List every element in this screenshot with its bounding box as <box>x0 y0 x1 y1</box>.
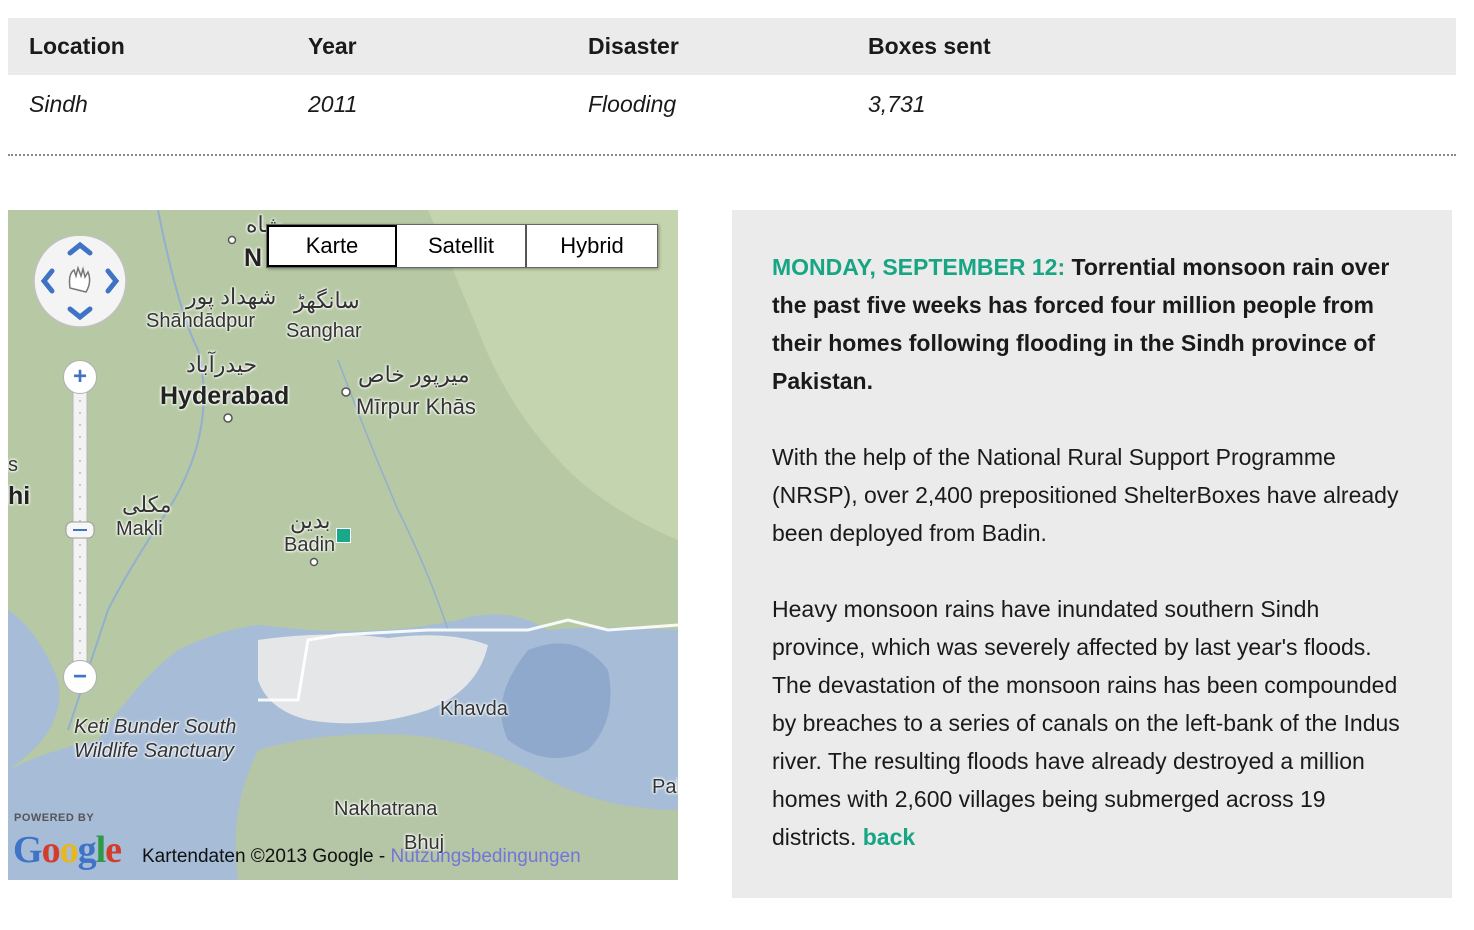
table-row: Sindh 2011 Flooding 3,731 <box>8 75 1456 133</box>
map-label-sanghar: Sanghar <box>286 320 362 342</box>
article-panel: MONDAY, SEPTEMBER 12: Torrential monsoon… <box>732 210 1452 898</box>
google-logo[interactable]: Google <box>13 828 122 872</box>
location-marker[interactable] <box>336 528 351 543</box>
map-attribution-text: Kartendaten ©2013 Google - <box>142 846 386 867</box>
map-label-makli: Makli <box>116 518 163 540</box>
zoom-control: + − <box>63 360 97 700</box>
map-label-keti-bunder: Keti Bunder South <box>74 716 237 738</box>
map-label-sanghar-native: سانگھڑ <box>294 288 360 313</box>
map-label-mirpur-khas: Mīrpur Khās <box>356 394 476 419</box>
pan-control[interactable] <box>30 236 130 336</box>
map-label-mirpur-khas-native: میرپور خاص <box>358 362 470 387</box>
article-dateline: MONDAY, SEPTEMBER 12: <box>772 254 1066 280</box>
map-label-shahdadpur: Shāhdādpur <box>146 310 255 332</box>
header-year: Year <box>308 33 357 59</box>
zoom-in-button[interactable]: + <box>63 360 97 394</box>
cell-year: 2011 <box>308 90 358 117</box>
map-label-hyderabad: Hyderabad <box>160 382 290 410</box>
map-type-control: Karte Satellit Hybrid <box>266 224 658 268</box>
header-location: Location <box>29 33 125 59</box>
map-attribution: Kartendaten ©2013 Google - Nutzungsbedin… <box>142 846 581 868</box>
dotted-divider <box>8 154 1456 156</box>
map-label-badin-native: بدین <box>290 508 331 533</box>
map-type-hybrid-button[interactable]: Hybrid <box>527 225 657 267</box>
article-paragraph-3: Heavy monsoon rains have inundated south… <box>772 590 1412 856</box>
map-type-karte-button[interactable]: Karte <box>267 225 397 267</box>
cell-disaster: Flooding <box>588 90 677 117</box>
map-label-hyderabad-native: حیدرآباد <box>186 352 258 377</box>
article-paragraph-2: With the help of the National Rural Supp… <box>772 444 1399 546</box>
back-link[interactable]: back <box>863 824 915 850</box>
header-boxes-sent: Boxes sent <box>868 33 991 59</box>
powered-by-label: POWERED BY <box>14 812 95 824</box>
map-label-makli-native: مکلی <box>122 492 172 517</box>
map-label-badin: Badin <box>284 534 336 556</box>
map-label-wildlife-sanctuary: Wildlife Sanctuary <box>74 740 234 762</box>
map-label-shahdadpur-native: شهداد پور <box>186 284 277 309</box>
map-type-satellit-button[interactable]: Satellit <box>397 225 527 267</box>
map-label-pal: Pal <box>652 776 678 798</box>
map-label-nakhatrana: Nakhatrana <box>334 798 438 820</box>
map-label-n: N <box>244 244 263 272</box>
map-label-hi: hi <box>8 482 31 510</box>
table-header-row: Location Year Disaster Boxes sent <box>8 18 1456 75</box>
article-lead: MONDAY, SEPTEMBER 12: Torrential monsoon… <box>772 248 1412 400</box>
cell-location: Sindh <box>29 90 88 117</box>
cell-boxes-sent: 3,731 <box>868 90 926 117</box>
terms-of-use-link[interactable]: Nutzungsbedingungen <box>391 846 581 867</box>
header-disaster: Disaster <box>588 33 679 59</box>
article-paragraph-3-text: Heavy monsoon rains have inundated south… <box>772 596 1400 850</box>
zoom-slider-track[interactable] <box>63 360 97 700</box>
map-label-khavda: Khavda <box>440 698 508 720</box>
map-label-s: s <box>8 454 18 476</box>
map-view[interactable]: شاه N s hi شهداد پور Shāhdādpur سانگھڑ S… <box>8 210 678 880</box>
zoom-out-button[interactable]: − <box>63 660 97 694</box>
